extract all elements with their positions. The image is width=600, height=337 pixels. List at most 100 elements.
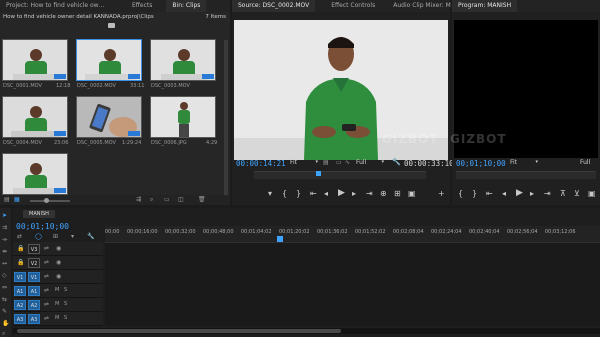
clip-thumbnail-4[interactable] [2,96,68,138]
slide-tool-icon[interactable]: ⇆ [2,296,7,303]
step-forward-button[interactable]: ▸ [352,190,356,198]
lock-icon[interactable]: 🔒 [17,259,24,266]
track-name-a2[interactable]: A2 [28,300,40,310]
go-to-in-button[interactable]: ⇤ [310,190,317,198]
list-view-icon[interactable]: ▤ [4,196,10,203]
rolling-edit-tool-icon[interactable]: ⇹ [2,248,7,255]
add-marker-button[interactable]: ▾ [268,190,272,198]
extract-button[interactable]: ⊻ [574,190,580,198]
add-marker-icon[interactable]: ▾ [71,233,74,240]
program-play-button[interactable]: ▶ [516,189,523,198]
new-bin-icon[interactable]: ▭ [164,196,170,203]
track-lanes[interactable] [105,242,600,326]
mark-in-button[interactable]: { [282,190,287,198]
source-playhead[interactable] [316,171,321,176]
razor-tool-icon[interactable]: ◇ [2,272,7,279]
solo-button[interactable]: S [64,301,67,307]
find-icon[interactable]: ⌕ [150,196,153,204]
linked-selection-icon[interactable]: ⊞ [53,233,58,240]
program-resolution-label[interactable]: Full [580,159,590,166]
go-to-out-button[interactable]: ⇥ [366,190,373,198]
tab-audio-clip-mixer[interactable]: Audio Clip Mixer: M [387,0,457,12]
zoom-tool-icon[interactable]: ⌕ [2,330,5,337]
solo-button[interactable]: S [64,287,67,293]
track-name-a3[interactable]: A3 [28,314,40,324]
solo-button[interactable]: S [64,315,67,321]
ripple-edit-tool-icon[interactable]: ⟛ [2,236,7,244]
track-name-v1[interactable]: V1 [28,272,40,282]
drag-audio-icon[interactable]: ∿ [345,159,350,166]
program-step-back-button[interactable]: ◂ [502,190,506,198]
timeline-current-time[interactable]: 00;01;10;00 [16,222,69,231]
source-patch-a2[interactable]: A2 [14,300,26,310]
track-select-tool-icon[interactable]: ⇉ [2,224,7,231]
sync-lock-icon[interactable]: ⇌ [44,287,49,294]
mute-button[interactable]: M [55,301,59,307]
clear-icon[interactable]: 🗑 [198,196,206,203]
icon-view-icon[interactable]: ▦ [14,196,20,203]
source-time-ruler[interactable] [254,171,426,179]
source-fit-dropdown[interactable]: Fit ▾ [290,159,318,167]
slip-tool-icon[interactable]: ⇔ [2,284,7,291]
zoom-slider[interactable] [30,200,70,202]
nest-icon[interactable]: ⇄ [17,233,22,240]
tab-project[interactable]: Project: How to find vehicle owner detai… [0,0,112,12]
sync-lock-icon[interactable]: ⇌ [44,315,49,322]
source-patch-a1[interactable]: A1 [14,286,26,296]
tab-effects[interactable]: Effects [126,0,158,12]
eye-icon[interactable]: ◉ [56,245,61,252]
track-name-a1[interactable]: A1 [28,286,40,296]
source-resolution-dropdown[interactable]: Full ▾ [356,159,384,167]
play-button[interactable]: ▶ [338,189,345,198]
timeline-scroll-handle[interactable] [17,329,341,333]
program-current-time[interactable]: 00;01;10;00 [456,159,506,168]
mute-button[interactable]: M [55,315,59,321]
timeline-ruler[interactable]: 00;00 00;00;16;00 00;00;32;00 00;00;48;0… [105,226,600,242]
source-patch-a3[interactable]: A3 [14,314,26,324]
mark-out-button[interactable]: } [296,190,301,198]
clip-thumbnail-1[interactable] [2,39,68,81]
sync-lock-icon[interactable]: ⇌ [44,245,49,252]
settings-wrench-icon[interactable]: 🔧 [87,233,94,240]
program-go-to-in-button[interactable]: ⇤ [486,190,493,198]
sync-lock-icon[interactable]: ⇌ [44,259,49,266]
eye-icon[interactable]: ◉ [56,259,61,266]
step-back-button[interactable]: ◂ [324,190,328,198]
lift-button[interactable]: ⊼ [560,190,566,198]
snap-icon[interactable]: ◯ [35,233,42,240]
drag-video-icon[interactable]: ▭ [336,159,342,166]
add-button[interactable]: + [438,190,445,198]
wrench-icon[interactable]: 🔧 [392,158,401,166]
zoom-slider-handle[interactable] [44,198,49,203]
overwrite-button[interactable]: ⊞ [394,190,401,198]
tab-program[interactable]: Program: MANISH [452,0,518,12]
track-name-v2[interactable]: V2 [28,258,40,268]
hand-tool-icon[interactable]: ✋ [2,320,9,327]
program-time-ruler[interactable] [456,171,596,179]
program-go-to-out-button[interactable]: ⇥ [544,190,551,198]
project-scrollbar[interactable] [224,40,228,195]
program-export-frame-button[interactable]: ▣ [588,190,596,198]
clip-thumbnail-2[interactable] [76,39,142,81]
tab-effect-controls[interactable]: Effect Controls [325,0,381,12]
eye-icon[interactable]: ◉ [56,273,61,280]
clip-thumbnail-6[interactable] [150,96,216,138]
sync-lock-icon[interactable]: ⇌ [44,273,49,280]
new-item-icon[interactable]: ◫ [178,196,184,203]
pen-tool-icon[interactable]: ✎ [2,308,7,315]
clip-thumbnail-3[interactable] [150,39,216,81]
source-patch-v1[interactable]: V1 [14,272,26,282]
track-name-v3[interactable]: V3 [28,244,40,254]
program-step-forward-button[interactable]: ▸ [530,190,534,198]
rate-stretch-tool-icon[interactable]: ↔ [2,260,7,267]
lock-icon[interactable]: 🔒 [17,245,24,252]
marker-list-icon[interactable]: ▤ [323,159,329,166]
tab-source[interactable]: Source: DSC_0002.MOV [232,0,316,12]
tab-bin-clips[interactable]: Bin: Clips [166,0,207,12]
clip-thumbnail-5[interactable] [76,96,142,138]
mute-button[interactable]: M [55,287,59,293]
automate-icon[interactable]: ⇶ [136,196,141,203]
sync-lock-icon[interactable]: ⇌ [44,301,49,308]
export-frame-button[interactable]: ▣ [408,190,416,198]
program-mark-in-button[interactable]: { [458,190,463,198]
